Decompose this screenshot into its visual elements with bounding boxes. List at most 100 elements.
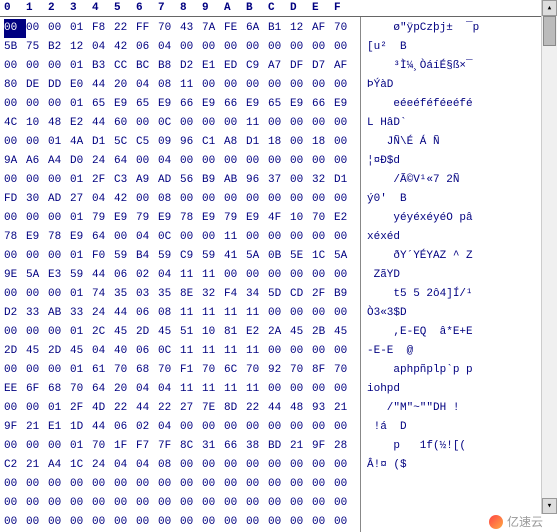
hex-byte[interactable]: 45 [158,323,180,342]
hex-byte[interactable]: D2 [4,304,26,323]
ascii-row[interactable]: L HâD` [367,114,551,133]
hex-byte[interactable]: 01 [48,399,70,418]
hex-byte[interactable]: 79 [92,209,114,228]
hex-byte[interactable]: 1C [70,456,92,475]
hex-byte[interactable]: 00 [158,513,180,532]
hex-byte[interactable]: 66 [224,95,246,114]
hex-byte[interactable]: 00 [290,418,312,437]
hex-byte[interactable]: 24 [92,152,114,171]
hex-byte[interactable]: 00 [26,323,48,342]
hex-byte[interactable]: 11 [202,266,224,285]
hex-byte[interactable]: 8F [312,361,334,380]
ascii-row[interactable]: p 1f(½![( [367,437,551,456]
hex-byte[interactable]: 00 [290,304,312,323]
hex-byte[interactable]: 00 [48,171,70,190]
hex-byte[interactable]: A6 [26,152,48,171]
hex-byte[interactable]: 21 [290,437,312,456]
hex-byte[interactable]: 00 [48,475,70,494]
hex-byte[interactable]: 0C [158,114,180,133]
hex-byte[interactable]: 04 [158,152,180,171]
hex-byte[interactable]: 33 [26,304,48,323]
hex-byte[interactable]: 00 [136,513,158,532]
hex-byte[interactable]: D1 [246,133,268,152]
hex-byte[interactable]: 00 [290,513,312,532]
hex-byte[interactable]: 00 [48,437,70,456]
hex-byte[interactable]: C1 [202,133,224,152]
hex-byte[interactable]: 00 [246,190,268,209]
hex-byte[interactable]: 00 [268,494,290,513]
hex-byte[interactable]: 11 [180,342,202,361]
hex-byte[interactable]: 1D [70,418,92,437]
hex-byte[interactable]: A8 [224,133,246,152]
hex-byte[interactable]: 78 [4,228,26,247]
hex-byte[interactable]: 64 [92,380,114,399]
hex-byte[interactable]: BD [268,437,290,456]
hex-byte[interactable]: 00 [224,114,246,133]
hex-byte[interactable]: 79 [136,209,158,228]
hex-byte[interactable]: 2D [4,342,26,361]
hex-byte[interactable]: 48 [290,399,312,418]
hex-byte[interactable]: 64 [114,152,136,171]
ascii-row[interactable]: !á D [367,418,551,437]
hex-byte[interactable]: 11 [202,380,224,399]
hex-byte[interactable]: 00 [4,171,26,190]
hex-byte[interactable]: 11 [180,76,202,95]
ascii-row[interactable]: -E-E @ [367,342,551,361]
hex-byte[interactable]: 00 [4,285,26,304]
hex-byte[interactable]: 9F [4,418,26,437]
hex-byte[interactable]: 00 [334,513,356,532]
hex-byte[interactable]: 00 [224,38,246,57]
ascii-row[interactable]: /"M"~""DH ! [367,399,551,418]
hex-byte[interactable]: 00 [26,57,48,76]
hex-byte[interactable]: 00 [136,494,158,513]
hex-byte[interactable]: 00 [114,228,136,247]
hex-byte[interactable]: 00 [180,190,202,209]
hex-byte[interactable]: 00 [224,190,246,209]
hex-byte[interactable]: 70 [334,19,356,38]
hex-byte[interactable]: 42 [114,38,136,57]
hex-byte[interactable]: 4F [268,209,290,228]
hex-byte[interactable]: 0C [158,228,180,247]
hex-byte[interactable]: B2 [48,38,70,57]
hex-byte[interactable]: 70 [114,361,136,380]
hex-byte[interactable]: 00 [202,513,224,532]
hex-byte[interactable]: 00 [334,152,356,171]
ascii-row[interactable]: ý0­' B [367,190,551,209]
hex-byte[interactable]: E9 [246,209,268,228]
hex-byte[interactable]: 00 [48,513,70,532]
ascii-row[interactable]: ¦¤Ð$d [367,152,551,171]
hex-byte[interactable]: 00 [334,228,356,247]
hex-byte[interactable]: 00 [246,38,268,57]
hex-byte[interactable]: 00 [202,228,224,247]
hex-byte[interactable]: 00 [26,247,48,266]
ascii-row[interactable]: Â!¤ ($ [367,456,551,475]
ascii-row[interactable]: ÞÝàD [367,76,551,95]
hex-byte[interactable]: 10 [290,209,312,228]
hex-byte[interactable]: 11 [180,380,202,399]
hex-byte[interactable]: 22 [114,19,136,38]
hex-byte[interactable]: 43 [180,19,202,38]
hex-byte[interactable]: 9E [4,266,26,285]
hex-byte[interactable]: 75 [26,38,48,57]
hex-byte[interactable]: 00 [4,399,26,418]
hex-byte[interactable]: 9F [312,437,334,456]
hex-byte[interactable]: C9 [180,247,202,266]
hex-byte[interactable]: 22 [246,399,268,418]
hex-byte[interactable]: 04 [114,456,136,475]
hex-byte[interactable]: 00 [4,209,26,228]
hex-byte[interactable]: 00 [48,361,70,380]
hex-byte[interactable]: 00 [70,494,92,513]
hex-byte[interactable]: 00 [224,513,246,532]
hex-byte[interactable]: 00 [224,266,246,285]
hex-byte[interactable]: 11 [224,228,246,247]
hex-byte[interactable]: 00 [180,494,202,513]
hex-byte[interactable]: 00 [312,266,334,285]
hex-byte[interactable]: 00 [246,513,268,532]
hex-byte[interactable]: 00 [290,171,312,190]
hex-byte[interactable]: 00 [202,76,224,95]
hex-byte[interactable]: C3 [114,171,136,190]
hex-byte[interactable]: 00 [202,494,224,513]
hex-byte[interactable]: AF [334,57,356,76]
hex-byte[interactable]: 04 [158,266,180,285]
hex-byte[interactable]: 00 [202,38,224,57]
